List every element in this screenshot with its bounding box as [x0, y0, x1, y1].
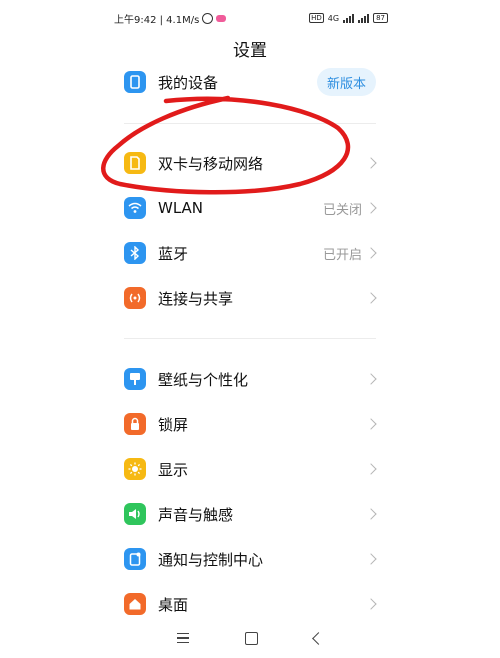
chevron-right-icon	[365, 508, 377, 520]
sim-card-icon	[124, 152, 146, 174]
chevron-right-icon	[365, 553, 377, 565]
divider	[124, 338, 376, 339]
bluetooth-status: 已开启	[322, 247, 362, 263]
settings-item-label: 蓝牙	[158, 244, 189, 263]
bluetooth-icon	[124, 242, 146, 264]
settings-item-label: 声音与触感	[158, 505, 234, 524]
settings-item-bluetooth[interactable]: 蓝牙 已开启	[100, 231, 400, 275]
settings-item-label: 壁纸与个性化	[158, 370, 249, 389]
back-icon[interactable]	[312, 631, 325, 645]
chevron-right-icon	[365, 373, 377, 385]
settings-item-label: 双卡与移动网络	[158, 154, 264, 173]
wallpaper-icon	[124, 368, 146, 390]
navigation-bar	[100, 618, 400, 658]
status-time: 上午9:42 | 4.1M/s	[114, 14, 200, 26]
settings-item-wallpaper[interactable]: 壁纸与个性化	[100, 357, 400, 401]
wlan-status: 已关闭	[322, 202, 362, 218]
chevron-right-icon	[365, 292, 377, 304]
settings-item-label: 连接与共享	[158, 289, 234, 308]
app-notification-icon	[216, 14, 227, 22]
settings-item-my-device[interactable]: 我的设备 新版本	[100, 60, 400, 104]
battery-icon: 87	[373, 13, 388, 23]
settings-item-label: 锁屏	[158, 415, 189, 434]
page-title: 设置	[233, 41, 267, 61]
chevron-right-icon	[365, 463, 377, 475]
settings-item-connection-sharing[interactable]: 连接与共享	[100, 276, 400, 320]
sun-icon	[124, 458, 146, 480]
signal-icon-2	[358, 13, 370, 23]
settings-item-label: 显示	[158, 460, 189, 479]
settings-item-sound[interactable]: 声音与触感	[100, 492, 400, 536]
speaker-icon	[124, 503, 146, 525]
hd-icon: HD	[309, 13, 324, 23]
chevron-right-icon	[365, 157, 377, 169]
menu-icon[interactable]	[177, 632, 189, 644]
settings-screen: 上午9:42 | 4.1M/s HD 4G 87 设置 我的设备 新版本 双卡与…	[100, 0, 400, 658]
signal-icon	[343, 13, 355, 23]
notification-icon	[124, 548, 146, 570]
home-icon	[124, 593, 146, 615]
device-icon	[124, 71, 146, 93]
divider	[124, 123, 376, 124]
settings-item-label: 桌面	[158, 595, 189, 614]
chevron-right-icon	[365, 418, 377, 430]
home-button-icon[interactable]	[245, 631, 258, 645]
settings-item-label: WLAN	[158, 199, 204, 217]
settings-item-notifications[interactable]: 通知与控制中心	[100, 537, 400, 581]
settings-item-label: 我的设备	[158, 73, 219, 92]
chevron-right-icon	[365, 247, 377, 259]
status-bar: 上午9:42 | 4.1M/s HD 4G 87	[114, 10, 388, 26]
wifi-icon	[124, 197, 146, 219]
new-version-badge[interactable]: 新版本	[316, 68, 376, 96]
settings-item-lock-screen[interactable]: 锁屏	[100, 402, 400, 446]
alarm-icon	[202, 12, 214, 24]
settings-item-wlan[interactable]: WLAN 已关闭	[100, 186, 400, 230]
settings-item-dual-sim[interactable]: 双卡与移动网络	[100, 141, 400, 185]
share-icon	[124, 287, 146, 309]
chevron-right-icon	[365, 202, 377, 214]
settings-item-label: 通知与控制中心	[158, 550, 264, 569]
lock-icon	[124, 413, 146, 435]
chevron-right-icon	[365, 598, 377, 610]
network-type: 4G	[327, 13, 340, 23]
settings-item-display[interactable]: 显示	[100, 447, 400, 491]
